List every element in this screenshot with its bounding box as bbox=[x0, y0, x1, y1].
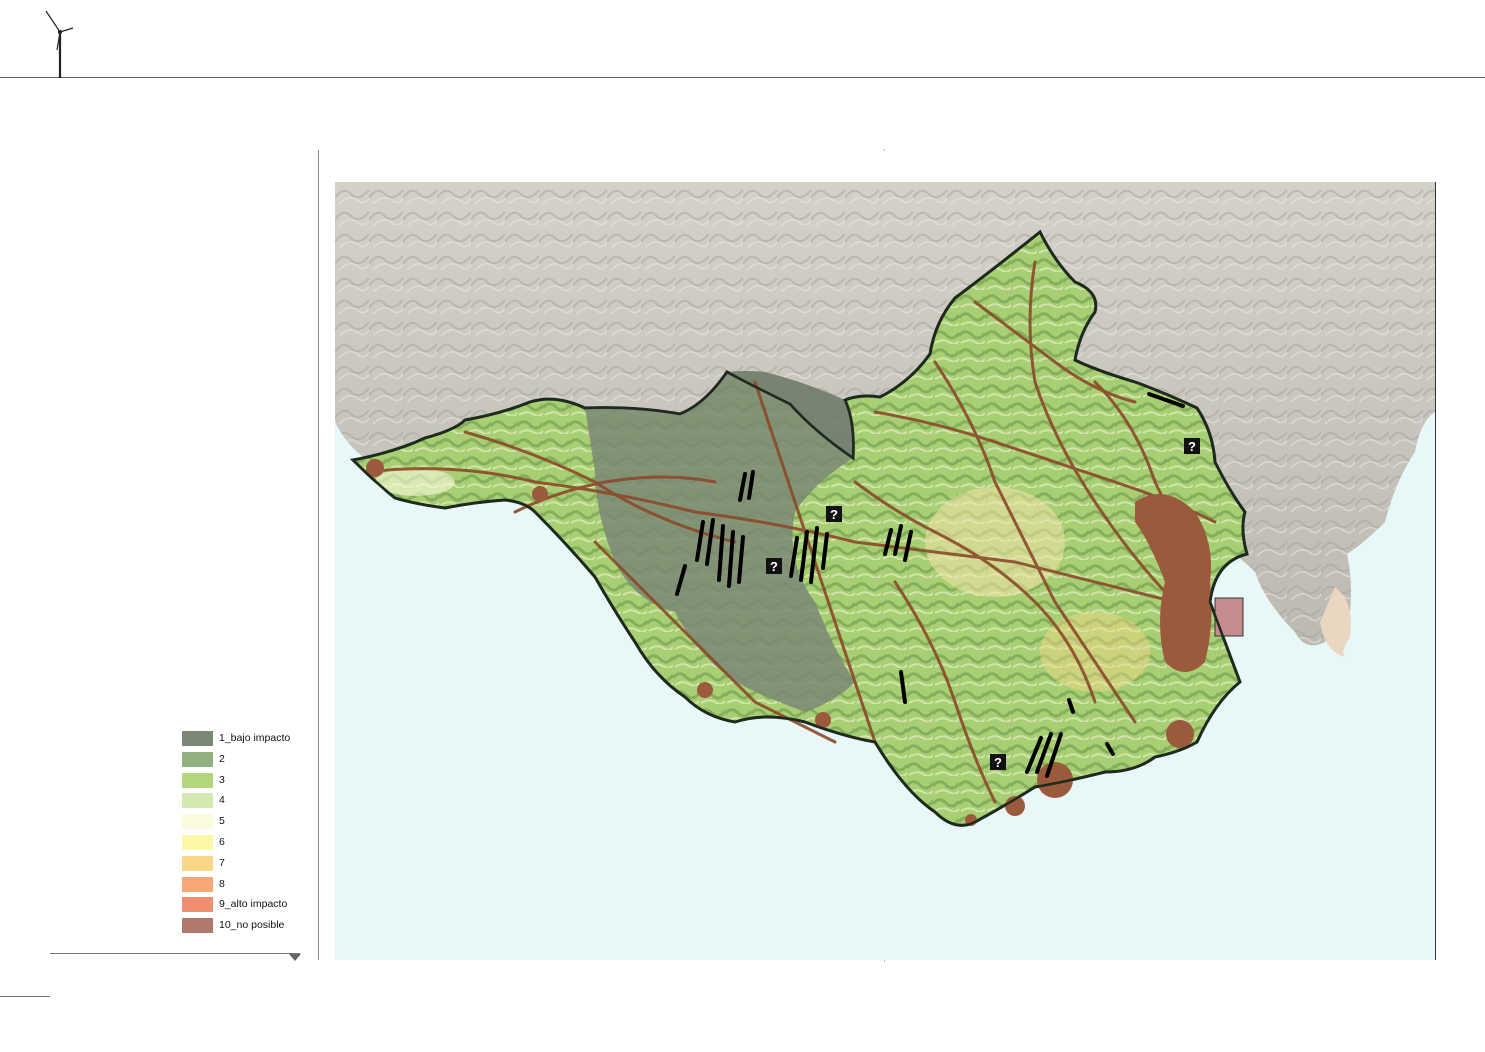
svg-text:?: ? bbox=[994, 755, 1002, 770]
legend-swatch bbox=[182, 814, 213, 830]
legend-swatch bbox=[182, 918, 213, 934]
map-frame-edge bbox=[1435, 182, 1436, 960]
legend-label: 8 bbox=[219, 877, 225, 890]
svg-text:?: ? bbox=[830, 507, 838, 522]
question-marker: ? bbox=[826, 506, 842, 522]
legend-swatch bbox=[182, 876, 213, 892]
legend-swatch bbox=[182, 793, 213, 809]
legend-label: 1_bajo impacto bbox=[219, 732, 291, 744]
port-facility bbox=[1214, 597, 1244, 637]
legend-swatch bbox=[182, 731, 213, 746]
svg-text:?: ? bbox=[770, 559, 778, 574]
legend-label: 5 bbox=[219, 815, 225, 828]
question-marker: ? bbox=[990, 754, 1006, 770]
crop-mark-top bbox=[884, 149, 885, 151]
question-marker: ? bbox=[1184, 438, 1200, 454]
question-marker: ? bbox=[766, 558, 782, 574]
svg-text:?: ? bbox=[1188, 439, 1196, 454]
legend-label: 3 bbox=[219, 773, 225, 786]
wind-turbine-icon bbox=[45, 10, 74, 78]
panel-divider bbox=[318, 150, 319, 960]
legend-label: 9_alto impacto bbox=[219, 898, 288, 911]
crop-mark-bottom bbox=[884, 960, 885, 962]
legend-label: 10_no posible bbox=[219, 919, 285, 932]
legend-bottom-rule bbox=[50, 953, 300, 954]
legend-swatch bbox=[182, 834, 213, 850]
mid-impact-zone bbox=[1040, 612, 1150, 692]
legend-label: 4 bbox=[219, 794, 225, 807]
footer-rule bbox=[0, 996, 50, 997]
legend-label: 6 bbox=[219, 835, 225, 848]
legend-swatch bbox=[182, 772, 213, 788]
legend-swatch bbox=[182, 855, 213, 871]
legend-label: 7 bbox=[219, 856, 225, 869]
legend-swatch bbox=[182, 751, 213, 767]
legend-swatch bbox=[182, 897, 213, 913]
header-divider bbox=[0, 77, 1485, 78]
legend-label: 2 bbox=[219, 752, 225, 765]
triangle-down-icon bbox=[289, 954, 301, 961]
impact-map: ? ? ? ? bbox=[335, 182, 1435, 960]
